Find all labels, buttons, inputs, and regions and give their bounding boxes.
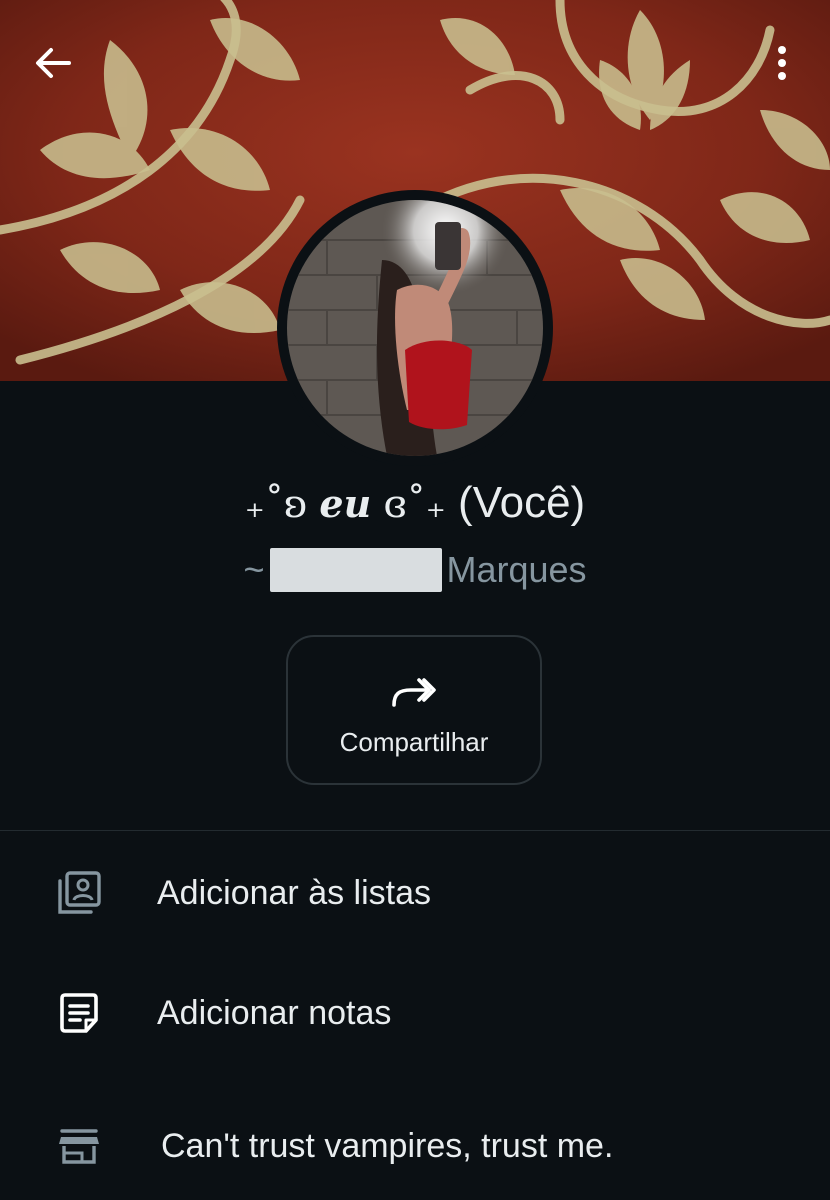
profile-name: ₊˚ʚ eu ɞ˚₊ (Você) [0,478,830,528]
profile-subtitle: ~ Marques [0,548,830,592]
subtitle-surname: Marques [446,549,587,590]
name-decoration-prefix: ₊˚ʚ [244,482,308,526]
arrow-left-icon [36,48,71,78]
redacted-name-block [270,548,443,592]
share-button[interactable]: Compartilhar [286,635,542,785]
avatar-photo [287,200,543,456]
add-to-lists-row[interactable]: Adicionar às listas [0,843,830,943]
name-you-tag: (Você) [458,478,586,527]
back-button[interactable] [30,40,76,86]
avatar[interactable] [287,200,543,456]
share-label: Compartilhar [339,727,489,757]
add-to-lists-label: Adicionar às listas [157,873,432,912]
share-forward-icon [392,678,436,707]
storefront-icon [55,1122,103,1170]
add-notes-row[interactable]: Adicionar notas [0,963,830,1063]
business-description-label: Can't trust vampires, trust me. [161,1126,614,1165]
name-decoration-suffix: ɞ˚₊ [383,482,446,526]
more-vertical-icon [778,46,786,80]
business-description-row[interactable]: Can't trust vampires, trust me. [0,1096,830,1196]
section-divider [0,830,830,831]
note-icon [55,989,103,1037]
add-notes-label: Adicionar notas [157,993,392,1032]
contact-list-icon [55,869,103,917]
name-core: eu [319,481,372,526]
subtitle-tilde: ~ [243,549,265,590]
more-options-button[interactable] [764,40,800,86]
